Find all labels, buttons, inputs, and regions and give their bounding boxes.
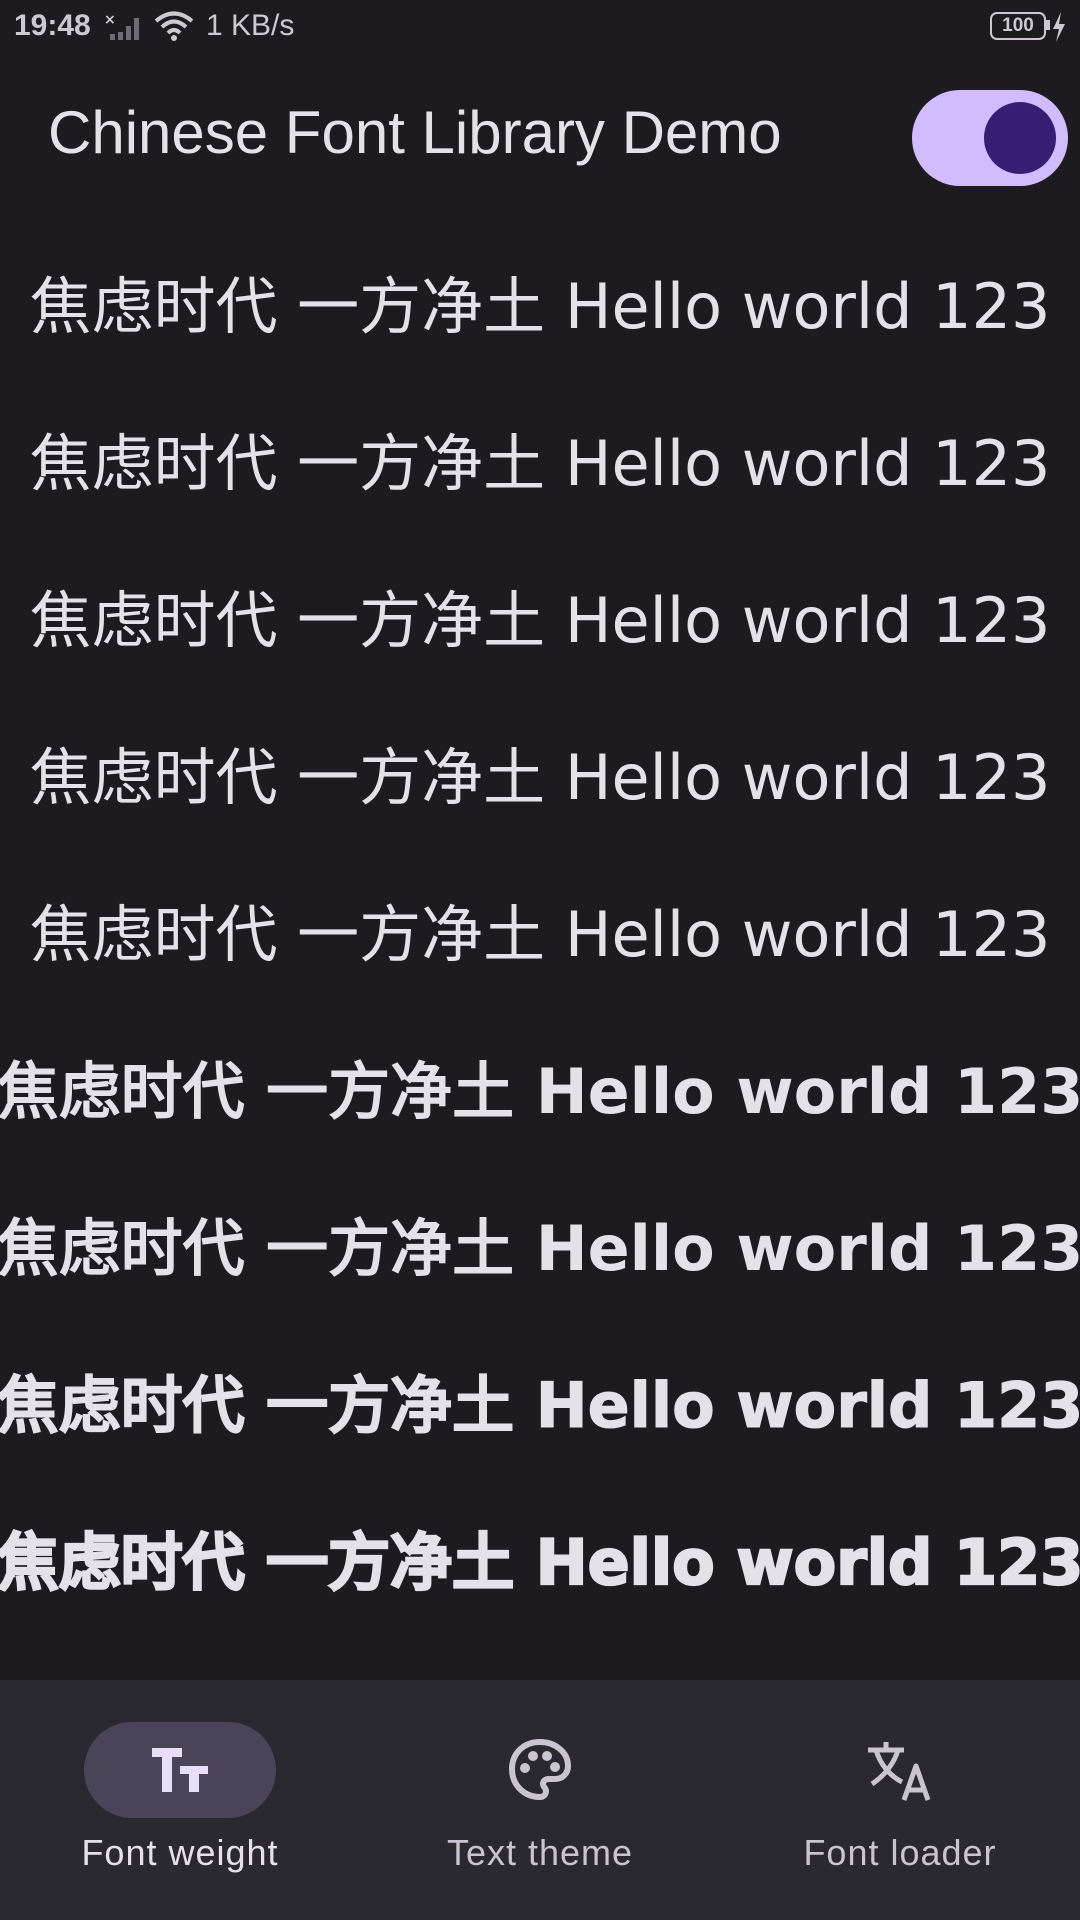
cellular-signal-icon: × — [104, 12, 139, 40]
app-screen: 19:48 × 1 KB/s 100 Chinese Font Library … — [0, 0, 1080, 1920]
nav-label-text-theme: Text theme — [446, 1832, 634, 1873]
nav-label-font-weight: Font weight — [81, 1832, 279, 1873]
font-sample-row: 焦虑时代 一方净土 Hello world 123 — [0, 1211, 1080, 1285]
switch-thumb — [984, 102, 1056, 174]
font-sample-row: 焦虑时代 一方净土 Hello world 123 — [0, 1054, 1080, 1128]
svg-text:×: × — [104, 12, 116, 28]
nav-item-text-theme[interactable]: Text theme — [360, 1680, 720, 1920]
battery-icon: 100 — [990, 12, 1066, 42]
app-bar: Chinese Font Library Demo — [0, 54, 1080, 222]
translate-icon — [868, 1742, 931, 1801]
font-sample-row: 焦虑时代 一方净土 Hello world 123 — [29, 583, 1051, 657]
font-sample-row: 焦虑时代 一方净土 Hello world 123 — [29, 426, 1051, 500]
text-fields-icon — [152, 1748, 208, 1792]
network-speed: 1 KB/s — [206, 9, 295, 42]
font-sample-list[interactable]: 焦虑时代 一方净土 Hello world 123 焦虑时代 一方净土 Hello… — [0, 222, 1080, 1680]
font-sample-row: 焦虑时代 一方净土 Hello world 123 — [0, 1368, 1080, 1442]
theme-toggle-switch[interactable] — [912, 90, 1068, 186]
wifi-icon — [154, 11, 194, 41]
charging-bolt-icon — [1053, 12, 1065, 42]
nav-item-font-weight[interactable]: Font weight — [0, 1680, 360, 1920]
page-title: Chinese Font Library Demo — [48, 99, 782, 166]
font-sample-row: 焦虑时代 一方净土 Hello world 123 — [0, 1524, 1080, 1599]
font-sample-row: 焦虑时代 一方净土 Hello world 123 — [29, 897, 1051, 971]
nav-label-font-loader: Font loader — [803, 1832, 997, 1873]
font-sample-row: 焦虑时代 一方净土 Hello world 123 — [29, 269, 1051, 343]
palette-icon — [508, 1738, 572, 1801]
status-time: 19:48 — [14, 9, 91, 42]
nav-item-font-loader[interactable]: Font loader — [720, 1680, 1080, 1920]
bottom-navigation-bar: Font weight Text theme Font loader — [0, 1680, 1080, 1920]
battery-level: 100 — [990, 12, 1046, 40]
font-sample-row: 焦虑时代 一方净土 Hello world 123 — [29, 740, 1051, 814]
status-bar: 19:48 × 1 KB/s 100 — [0, 0, 1080, 54]
